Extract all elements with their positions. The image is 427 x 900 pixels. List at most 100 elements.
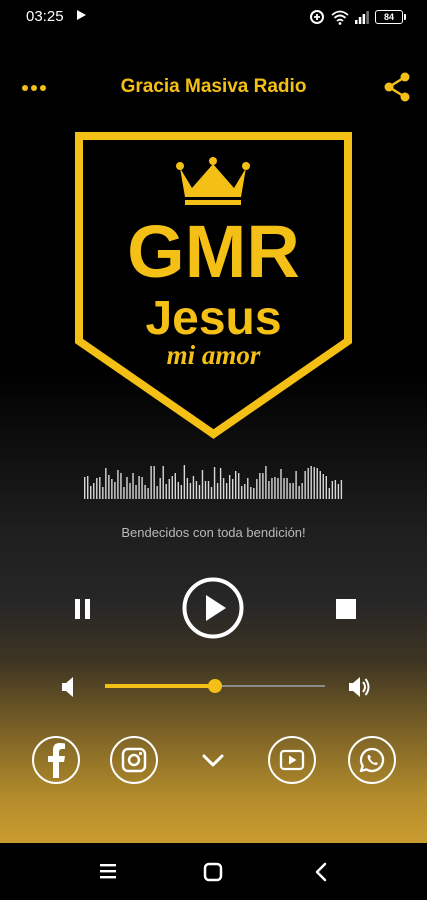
volume-thumb[interactable] <box>208 679 222 693</box>
visualizer-bar <box>171 476 173 499</box>
visualizer-bar <box>156 486 158 499</box>
visualizer-bar <box>259 473 261 499</box>
visualizer-bar <box>141 477 143 499</box>
visualizer-bar <box>304 471 306 499</box>
recents-icon[interactable] <box>99 862 117 880</box>
visualizer-bar <box>331 481 334 499</box>
visualizer-bar <box>174 473 176 499</box>
visualizer-bar <box>129 483 131 499</box>
home-icon[interactable] <box>203 862 223 882</box>
visualizer-bar <box>322 474 324 499</box>
battery-icon: 84 <box>375 10 406 24</box>
visualizer-bar <box>325 476 327 499</box>
visualizer-bar <box>192 476 195 499</box>
volume-low-icon[interactable] <box>56 674 82 700</box>
visualizer-bar <box>189 483 192 499</box>
youtube-icon <box>279 749 305 771</box>
visualizer-bar <box>111 479 113 499</box>
visualizer-bar <box>162 466 164 499</box>
visualizer-bar <box>96 478 98 499</box>
visualizer-bar <box>235 471 237 499</box>
visualizer-bar <box>256 479 258 499</box>
media-playing-icon <box>77 10 86 20</box>
visualizer-bar <box>108 475 110 499</box>
facebook-icon <box>48 743 65 778</box>
visualizer-bar <box>114 482 116 499</box>
visualizer-bar <box>328 488 331 499</box>
whatsapp-button[interactable] <box>348 736 396 784</box>
visualizer-bar <box>120 473 122 499</box>
visualizer-bar <box>289 483 291 499</box>
visualizer-bar <box>262 473 264 499</box>
visualizer-bar <box>198 485 201 499</box>
visualizer-bar <box>126 477 128 499</box>
visualizer-bar <box>313 467 315 499</box>
visualizer-bar <box>99 477 101 499</box>
visualizer-bar <box>177 482 180 499</box>
visualizer-bar <box>123 487 125 499</box>
signal-icon <box>355 11 369 24</box>
audio-visualizer <box>84 465 343 499</box>
visualizer-bar <box>147 488 149 499</box>
stop-button[interactable] <box>336 599 356 619</box>
visualizer-bar <box>222 478 225 499</box>
play-button[interactable] <box>182 577 244 639</box>
logo-text-mi-amor: mi amor <box>167 340 261 370</box>
visualizer-bar <box>219 468 222 499</box>
visualizer-bar <box>150 466 152 499</box>
visualizer-bar <box>337 484 340 499</box>
data-saver-icon <box>310 10 324 24</box>
now-playing-message: Bendecidos con toda bendición! <box>121 525 306 540</box>
wifi-icon <box>331 10 349 25</box>
visualizer-bar <box>268 481 270 499</box>
visualizer-bar <box>280 469 282 499</box>
visualizer-bar <box>84 477 86 499</box>
visualizer-bar <box>231 479 234 499</box>
app-header: Gracia Masiva Radio <box>0 66 427 110</box>
volume-slider[interactable] <box>105 678 325 694</box>
visualizer-bar <box>165 484 167 499</box>
visualizer-bar <box>225 483 228 499</box>
play-circle-icon <box>206 595 226 621</box>
youtube-button[interactable] <box>268 736 316 784</box>
back-icon[interactable] <box>314 862 328 882</box>
station-logo: GMR Jesus mi amor <box>75 132 352 439</box>
whatsapp-icon <box>359 747 385 773</box>
pause-icon <box>74 599 80 619</box>
visualizer-bar <box>201 470 204 499</box>
visualizer-bar <box>93 483 95 499</box>
status-time: 03:25 <box>26 8 64 25</box>
status-bar: 03:25 84 <box>0 0 427 34</box>
visualizer-bar <box>316 468 318 499</box>
visualizer-bar <box>334 480 337 499</box>
pause-button[interactable] <box>69 596 95 622</box>
facebook-button[interactable] <box>32 736 80 784</box>
visualizer-bar <box>274 477 276 499</box>
visualizer-bar <box>228 475 231 499</box>
visualizer-bar <box>186 478 189 499</box>
visualizer-bar <box>307 468 309 499</box>
visualizer-bar <box>247 478 249 499</box>
visualizer-bar <box>340 480 343 499</box>
instagram-button[interactable] <box>110 736 158 784</box>
visualizer-bar <box>135 485 137 499</box>
visualizer-bar <box>265 466 267 499</box>
visualizer-bar <box>286 478 288 499</box>
share-icon[interactable] <box>381 70 413 104</box>
app-screen: 03:25 84 Gracia Masiva Radio GMR Jesus m… <box>0 0 427 843</box>
visualizer-bar <box>298 486 300 499</box>
chevron-down-icon[interactable] <box>198 748 228 772</box>
visualizer-bar <box>283 478 285 499</box>
visualizer-bar <box>210 487 213 499</box>
visualizer-bar <box>159 478 161 499</box>
visualizer-bar <box>250 487 252 499</box>
volume-fill <box>105 684 215 688</box>
status-icons: 84 <box>309 6 406 28</box>
volume-high-icon[interactable] <box>346 674 372 700</box>
visualizer-bar <box>238 473 240 499</box>
visualizer-bar <box>301 483 303 499</box>
logo-text-gmr: GMR <box>127 210 300 293</box>
page-title: Gracia Masiva Radio <box>120 76 307 97</box>
instagram-icon <box>121 747 147 773</box>
visualizer-bar <box>271 478 273 499</box>
